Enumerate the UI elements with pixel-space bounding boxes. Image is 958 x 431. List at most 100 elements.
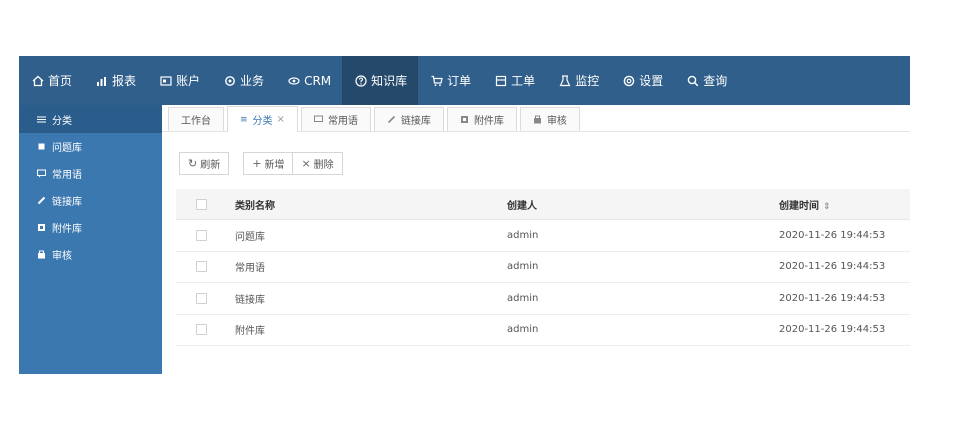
attachment-icon [460, 115, 469, 124]
table-row[interactable]: 链接库 admin 2020-11-26 19:44:53 [176, 283, 910, 315]
nav-item-tickets[interactable]: 工单 [482, 56, 546, 105]
row-checkbox[interactable] [196, 229, 207, 241]
nav-item-reports[interactable]: 报表 [83, 56, 147, 105]
nav-item-account[interactable]: 账户 [147, 56, 211, 105]
help-circle-icon [354, 74, 368, 88]
header-time[interactable]: 创建时间 ⇕ [779, 197, 910, 212]
nav-item-label: 首页 [48, 74, 73, 88]
nav-item-label: 账户 [176, 74, 201, 88]
nav-item-home[interactable]: 首页 [19, 56, 83, 105]
nav-item-business[interactable]: 业务 [211, 56, 275, 105]
sidebar-item-links[interactable]: 链接库 [19, 187, 162, 214]
nav-item-label: 报表 [112, 74, 137, 88]
delete-button[interactable]: × 删除 [293, 152, 343, 175]
action-button-group: + 新增 × 删除 [243, 152, 343, 175]
row-time: 2020-11-26 19:44:53 [779, 292, 886, 304]
chart-icon [95, 74, 109, 88]
list-icon: ≡ [240, 114, 248, 125]
nav-item-orders[interactable]: 订单 [418, 56, 482, 105]
business-icon [223, 74, 237, 88]
tab-category[interactable]: ≡ 分类 × [227, 106, 298, 132]
row-name: 链接库 [235, 294, 265, 306]
row-creator: admin [507, 292, 539, 304]
audit-icon [35, 250, 47, 259]
close-icon: × [301, 157, 311, 170]
plus-icon: + [252, 157, 262, 170]
attachment-icon [35, 223, 47, 232]
header-name[interactable]: 类别名称 [235, 197, 507, 212]
toolbar: ↻ 刷新 + 新增 × 删除 [179, 152, 343, 175]
sidebar-item-label: 链接库 [52, 197, 82, 208]
row-creator: admin [507, 324, 539, 336]
header-time-label: 创建时间 [779, 200, 819, 212]
table-header: 类别名称 创建人 创建时间 ⇕ [176, 189, 910, 220]
row-creator: admin [507, 261, 539, 273]
tab-audit[interactable]: 审核 [519, 107, 580, 131]
nav-item-query[interactable]: 查询 [674, 56, 738, 105]
nav-item-label: CRM [304, 73, 332, 88]
tab-bar: 工作台 ≡ 分类 × 常用语 链接库 附件库 审核 [162, 105, 910, 132]
sidebar-item-label: 问题库 [52, 143, 82, 154]
sidebar-item-questions[interactable]: 问题库 [19, 133, 162, 160]
category-table: 类别名称 创建人 创建时间 ⇕ 问题库 admin 2020-11-26 19:4… [176, 189, 910, 346]
tab-links[interactable]: 链接库 [373, 107, 444, 131]
nav-item-label: 设置 [639, 74, 664, 88]
table-row[interactable]: 问题库 admin 2020-11-26 19:44:53 [176, 220, 910, 252]
row-check-cell [176, 229, 235, 241]
table-row[interactable]: 常用语 admin 2020-11-26 19:44:53 [176, 252, 910, 283]
tab-label: 链接库 [400, 116, 431, 127]
search-icon [686, 74, 700, 88]
add-button[interactable]: + 新增 [243, 152, 294, 175]
refresh-button[interactable]: ↻ 刷新 [179, 152, 230, 175]
refresh-icon: ↻ [188, 157, 198, 170]
nav-item-crm[interactable]: CRM [275, 56, 342, 105]
app-window: 首页 报表 账户 业务 CRM 知识库 订单 工单 监控 设置 查询 分类 问题… [19, 56, 910, 374]
tab-phrases[interactable]: 常用语 [300, 107, 371, 131]
nav-item-settings[interactable]: 设置 [610, 56, 674, 105]
nav-item-label: 业务 [240, 74, 265, 88]
ticket-icon [494, 74, 508, 88]
sidebar-item-attachments[interactable]: 附件库 [19, 214, 162, 241]
tab-attachments[interactable]: 附件库 [446, 107, 517, 131]
nav-item-label: 监控 [575, 74, 600, 88]
table-row[interactable]: 附件库 admin 2020-11-26 19:44:53 [176, 315, 910, 346]
row-check-cell [176, 324, 235, 336]
list-icon [35, 115, 47, 124]
settings-icon [622, 74, 636, 88]
audit-icon [533, 115, 542, 124]
row-checkbox[interactable] [196, 292, 207, 304]
sidebar-item-phrases[interactable]: 常用语 [19, 160, 162, 187]
sidebar-item-category[interactable]: 分类 [19, 105, 162, 133]
tab-workbench[interactable]: 工作台 [168, 107, 224, 131]
row-time: 2020-11-26 19:44:53 [779, 229, 886, 241]
add-label: 新增 [264, 160, 285, 171]
row-checkbox[interactable] [196, 324, 207, 336]
sidebar-item-audit[interactable]: 审核 [19, 241, 162, 268]
row-name: 附件库 [235, 326, 265, 338]
top-nav: 首页 报表 账户 业务 CRM 知识库 订单 工单 监控 设置 查询 [19, 56, 910, 105]
tab-label: 工作台 [181, 116, 211, 127]
delete-label: 删除 [313, 160, 334, 171]
refresh-label: 刷新 [200, 160, 221, 171]
nav-item-knowledge[interactable]: 知识库 [342, 56, 419, 105]
message-icon [313, 115, 323, 124]
header-creator[interactable]: 创建人 [507, 197, 779, 212]
sidebar-item-label: 审核 [52, 251, 72, 262]
row-checkbox[interactable] [196, 261, 207, 273]
close-icon[interactable]: × [277, 114, 285, 125]
row-name: 问题库 [235, 231, 265, 243]
square-icon [35, 142, 47, 151]
tab-label: 附件库 [473, 116, 504, 127]
sidebar: 分类 问题库 常用语 链接库 附件库 审核 [19, 105, 162, 374]
home-icon [31, 74, 45, 88]
tab-label: 分类 [252, 116, 273, 127]
nav-item-label: 知识库 [371, 74, 408, 88]
row-name: 常用语 [235, 263, 265, 275]
nav-item-monitor[interactable]: 监控 [546, 56, 610, 105]
tab-label: 审核 [546, 116, 567, 127]
crm-icon [287, 74, 301, 88]
row-time: 2020-11-26 19:44:53 [779, 261, 886, 273]
row-creator: admin [507, 229, 539, 241]
select-all-checkbox[interactable] [196, 198, 207, 210]
sort-icon[interactable]: ⇕ [823, 202, 831, 212]
